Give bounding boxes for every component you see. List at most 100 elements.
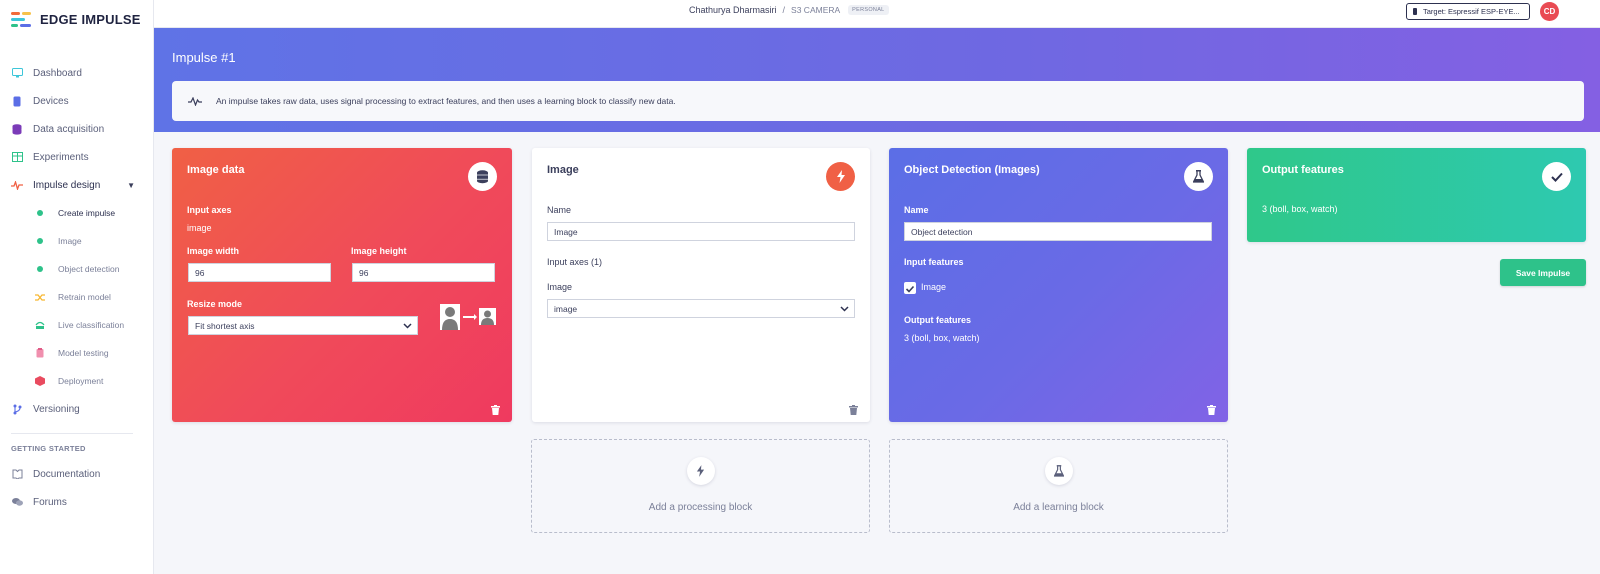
sidebar-subitem-live-classification[interactable]: Live classification bbox=[0, 311, 153, 339]
sidebar-subitem-object-detection[interactable]: Object detection bbox=[0, 255, 153, 283]
sidebar-divider bbox=[11, 433, 133, 434]
edge-impulse-logo-icon bbox=[11, 11, 33, 27]
resize-illustration-icon bbox=[440, 304, 496, 335]
avatar[interactable]: CD bbox=[1540, 2, 1559, 21]
live-icon bbox=[35, 320, 45, 330]
sidebar-subitem-label: Retrain model bbox=[58, 292, 111, 302]
add-processing-label: Add a processing block bbox=[648, 502, 753, 513]
sidebar-subitem-label: Image bbox=[58, 236, 82, 246]
device-icon bbox=[11, 95, 23, 107]
image-width-label: Image width bbox=[187, 246, 240, 256]
save-impulse-button[interactable]: Save Impulse bbox=[1500, 259, 1586, 286]
checkmark-icon bbox=[905, 285, 915, 293]
card-title: Object Detection (Images) bbox=[904, 164, 1040, 176]
sidebar-subitem-label: Live classification bbox=[58, 320, 125, 330]
target-device-button[interactable]: Target: Espressif ESP-EYE... bbox=[1406, 3, 1530, 20]
sidebar-subitem-label: Object detection bbox=[58, 264, 120, 274]
card-title: Image bbox=[547, 164, 579, 176]
table-icon bbox=[11, 151, 23, 163]
breadcrumb-project[interactable]: S3 CAMERA bbox=[791, 5, 840, 15]
sidebar-subitem-model-testing[interactable]: Model testing bbox=[0, 339, 153, 367]
sidebar-item-label: Devices bbox=[33, 95, 69, 107]
input-feature-label: Image bbox=[921, 282, 947, 292]
lightning-icon bbox=[686, 457, 715, 485]
axis-label: Image bbox=[547, 282, 573, 292]
sidebar-item-experiments[interactable]: Experiments bbox=[0, 143, 153, 171]
sidebar-section-getting-started: GETTING STARTED bbox=[11, 444, 86, 453]
chip-icon bbox=[1413, 8, 1417, 15]
sidebar-subitem-label: Deployment bbox=[58, 376, 104, 386]
info-text: An impulse takes raw data, uses signal p… bbox=[216, 96, 676, 106]
card-title: Image data bbox=[187, 164, 245, 176]
trash-icon[interactable] bbox=[491, 402, 500, 415]
name-label: Name bbox=[904, 205, 929, 215]
sidebar-item-label: Impulse design bbox=[33, 179, 101, 191]
input-axis-select[interactable]: image bbox=[547, 299, 855, 318]
add-processing-block-button[interactable]: Add a processing block bbox=[531, 439, 870, 533]
sidebar-subitem-label: Create impulse bbox=[58, 208, 116, 218]
brand-logo[interactable]: EDGE IMPULSE bbox=[0, 2, 153, 36]
breadcrumb-separator: / bbox=[782, 5, 786, 15]
sidebar-subitem-image[interactable]: Image bbox=[0, 227, 153, 255]
learning-name-input[interactable]: Object detection bbox=[904, 222, 1212, 241]
sidebar-item-label: Dashboard bbox=[33, 67, 82, 79]
output-features-label: Output features bbox=[904, 315, 972, 325]
resize-mode-value: Fit shortest axis bbox=[195, 320, 255, 331]
sidebar-item-documentation[interactable]: Documentation bbox=[0, 460, 153, 488]
sidebar-item-devices[interactable]: Devices bbox=[0, 87, 153, 115]
name-label: Name bbox=[547, 205, 572, 215]
database-icon bbox=[11, 123, 23, 135]
image-height-input[interactable]: 96 bbox=[352, 263, 495, 282]
flask-icon bbox=[1184, 162, 1213, 191]
sidebar-subitem-create-impulse[interactable]: Create impulse bbox=[0, 199, 153, 227]
sidebar-item-label: Data acquisition bbox=[33, 123, 105, 135]
input-axes-label: Input axes (1) bbox=[547, 257, 603, 267]
page-title: Impulse #1 bbox=[172, 50, 236, 65]
flask-icon bbox=[1044, 457, 1073, 485]
page-header: Impulse #1 An impulse takes raw data, us… bbox=[154, 28, 1600, 132]
sidebar-item-label: Versioning bbox=[33, 403, 80, 415]
input-axis-value: image bbox=[554, 303, 578, 314]
sidebar: EDGE IMPULSE Dashboard Devices Data acqu… bbox=[0, 0, 154, 574]
image-feature-checkbox[interactable] bbox=[904, 282, 916, 294]
sidebar-item-label: Forums bbox=[33, 496, 67, 508]
sidebar-item-dashboard[interactable]: Dashboard bbox=[0, 59, 153, 87]
card-title: Output features bbox=[1262, 164, 1344, 176]
trash-icon[interactable] bbox=[1207, 402, 1216, 415]
sidebar-item-data-acquisition[interactable]: Data acquisition bbox=[0, 115, 153, 143]
sidebar-subitem-retrain-model[interactable]: Retrain model bbox=[0, 283, 153, 311]
learning-block-card: Object Detection (Images) Name Object de… bbox=[889, 148, 1228, 422]
image-width-input[interactable]: 96 bbox=[188, 263, 331, 282]
sidebar-item-forums[interactable]: Forums bbox=[0, 488, 153, 516]
monitor-icon bbox=[11, 67, 23, 79]
sidebar-subitem-deployment[interactable]: Deployment bbox=[0, 367, 153, 395]
resize-mode-label: Resize mode bbox=[187, 299, 243, 309]
info-banner: An impulse takes raw data, uses signal p… bbox=[172, 81, 1584, 121]
trash-icon[interactable] bbox=[849, 402, 858, 415]
shuffle-icon bbox=[35, 292, 45, 302]
output-features-card: Output features 3 (boll, box, watch) bbox=[1247, 148, 1586, 242]
pulse-icon bbox=[188, 96, 202, 106]
resize-mode-select[interactable]: Fit shortest axis bbox=[188, 316, 418, 335]
input-features-label: Input features bbox=[904, 257, 964, 267]
sidebar-subitem-label: Model testing bbox=[58, 348, 109, 358]
chevron-down-icon[interactable]: ▼ bbox=[127, 181, 135, 190]
database-icon bbox=[468, 162, 497, 191]
dot-icon bbox=[35, 208, 45, 218]
chevron-down-icon bbox=[840, 304, 849, 314]
dot-icon bbox=[35, 264, 45, 274]
personal-badge: PERSONAL bbox=[848, 5, 889, 15]
breadcrumb: Chathurya Dharmasiri / S3 CAMERA PERSONA… bbox=[689, 5, 889, 15]
sidebar-item-impulse-design[interactable]: Impulse design ▼ bbox=[0, 171, 153, 199]
sidebar-item-versioning[interactable]: Versioning bbox=[0, 395, 153, 423]
processing-name-input[interactable]: Image bbox=[547, 222, 855, 241]
output-features-value: 3 (boll, box, watch) bbox=[1262, 204, 1338, 214]
box-icon bbox=[35, 376, 45, 386]
processing-block-card: Image Name Image Input axes (1) Image im… bbox=[532, 148, 870, 422]
breadcrumb-user[interactable]: Chathurya Dharmasiri bbox=[689, 5, 777, 15]
add-learning-block-button[interactable]: Add a learning block bbox=[889, 439, 1228, 533]
input-axes-value: image bbox=[187, 223, 212, 233]
top-bar: Chathurya Dharmasiri / S3 CAMERA PERSONA… bbox=[154, 0, 1600, 28]
branch-icon bbox=[11, 403, 23, 415]
lightning-icon bbox=[826, 162, 855, 191]
